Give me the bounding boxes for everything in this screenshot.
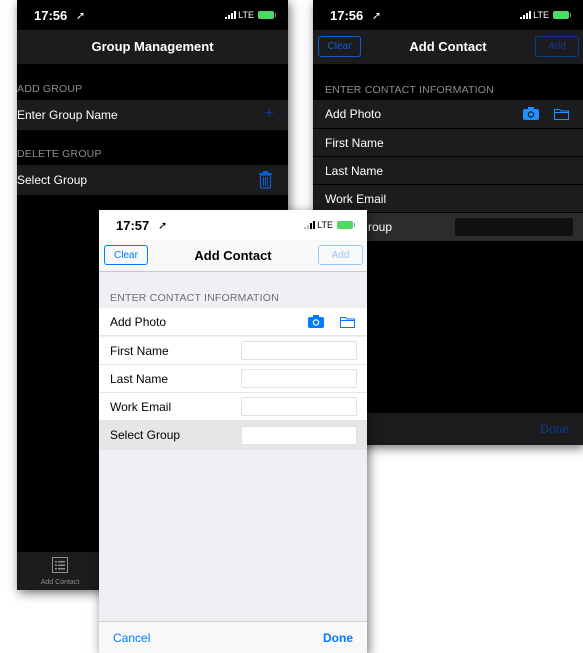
work-email-label: Work Email	[110, 399, 172, 414]
trash-icon[interactable]	[259, 171, 272, 192]
clear-button[interactable]: Clear	[318, 36, 361, 57]
add-button[interactable]: Add	[535, 36, 579, 57]
status-bar: 17:57 ➚ LTE	[99, 210, 367, 240]
select-group-row[interactable]: Select Group	[17, 165, 288, 195]
location-arrow-icon: ➚	[158, 220, 168, 232]
location-arrow-icon: ➚	[76, 10, 86, 22]
first-name-row[interactable]: First Name	[313, 129, 583, 156]
add-photo-row[interactable]: Add Photo	[99, 308, 367, 336]
network-label: LTE	[238, 10, 254, 20]
add-group-section-title: ADD GROUP	[17, 83, 83, 95]
first-name-label: First Name	[325, 135, 384, 150]
status-time: 17:57	[116, 218, 150, 233]
work-email-field[interactable]	[241, 397, 357, 416]
work-email-row[interactable]: Work Email	[313, 185, 583, 212]
select-group-field[interactable]	[455, 218, 573, 236]
tab-add-contact[interactable]: Add Contact	[31, 557, 89, 586]
page-title: Add Contact	[194, 248, 272, 263]
plus-icon[interactable]: +	[265, 105, 274, 123]
location-arrow-icon: ➚	[372, 10, 382, 22]
select-group-label: Select Group	[17, 173, 88, 187]
cancel-button[interactable]: Cancel	[113, 631, 150, 645]
add-contact-light-screen: 17:57 ➚ LTE Clear Add Contact Add ENTER …	[99, 210, 367, 653]
select-group-label: roup	[368, 220, 393, 234]
delete-group-section-title: DELETE GROUP	[17, 148, 102, 160]
status-time: 17:56	[34, 8, 68, 23]
group-name-row[interactable]: Enter Group Name +	[17, 100, 288, 130]
last-name-row[interactable]: Last Name	[99, 365, 367, 393]
work-email-row[interactable]: Work Email	[99, 393, 367, 421]
list-icon	[52, 557, 68, 578]
add-photo-row[interactable]: Add Photo	[313, 100, 583, 128]
camera-icon[interactable]	[523, 107, 539, 123]
done-button[interactable]: Done	[323, 631, 353, 645]
signal-icon	[304, 221, 316, 229]
last-name-label: Last Name	[110, 371, 169, 386]
footer-bar: Cancel Done	[99, 621, 367, 653]
nav-bar: Clear Add Contact Add	[99, 240, 367, 272]
last-name-row[interactable]: Last Name	[313, 157, 583, 184]
add-button[interactable]: Add	[318, 245, 363, 265]
folder-icon[interactable]	[340, 316, 355, 331]
first-name-row[interactable]: First Name	[99, 337, 367, 365]
signal-icon	[225, 11, 237, 19]
done-button[interactable]: Done	[540, 422, 569, 436]
status-time: 17:56	[330, 8, 364, 23]
nav-bar: Group Management	[17, 30, 288, 64]
add-photo-label: Add Photo	[325, 107, 382, 121]
tab-add-contact-label: Add Contact	[40, 579, 80, 586]
work-email-label: Work Email	[325, 191, 387, 206]
select-group-row[interactable]: Select Group	[99, 421, 367, 450]
battery-icon	[337, 221, 355, 229]
group-name-input[interactable]: Enter Group Name	[17, 108, 118, 122]
page-title: Add Contact	[409, 39, 487, 54]
last-name-label: Last Name	[325, 163, 384, 178]
clear-button[interactable]: Clear	[104, 245, 148, 265]
contact-section-title: ENTER CONTACT INFORMATION	[325, 84, 494, 96]
network-label: LTE	[317, 220, 333, 230]
add-photo-label: Add Photo	[110, 314, 167, 329]
battery-icon	[258, 11, 276, 19]
status-bar: 17:56 ➚ LTE	[313, 0, 583, 30]
select-group-label: Select Group	[110, 428, 181, 442]
folder-icon[interactable]	[554, 108, 569, 123]
nav-bar: Clear Add Contact Add	[313, 30, 583, 64]
status-bar: 17:56 ➚ LTE	[17, 0, 288, 30]
page-title: Group Management	[91, 39, 214, 54]
network-label: LTE	[533, 10, 549, 20]
last-name-field[interactable]	[241, 369, 357, 388]
contact-section-title: ENTER CONTACT INFORMATION	[110, 292, 279, 304]
first-name-field[interactable]	[241, 341, 357, 360]
camera-icon[interactable]	[308, 315, 324, 331]
first-name-label: First Name	[110, 343, 169, 358]
signal-icon	[520, 11, 532, 19]
select-group-field[interactable]	[241, 426, 357, 445]
battery-icon	[553, 11, 571, 19]
